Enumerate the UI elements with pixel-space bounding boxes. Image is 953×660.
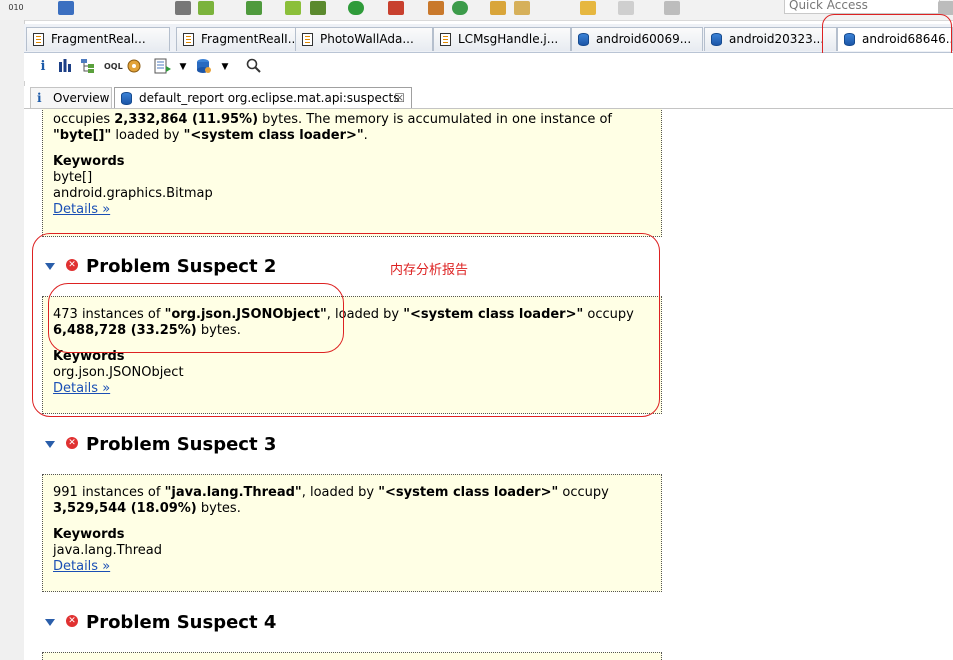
details-link[interactable]: Details » <box>53 559 110 574</box>
perspective-icon[interactable] <box>938 1 953 15</box>
editor-tab-bar: FragmentReal... FragmentRealI... PhotoWa… <box>24 24 953 53</box>
error-icon: ✕ <box>66 615 78 627</box>
error-icon: ✕ <box>66 437 78 449</box>
editor-tab-4[interactable]: LCMsgHandle.j... <box>433 27 571 51</box>
package-icon[interactable] <box>428 1 444 15</box>
histogram-icon[interactable] <box>58 58 72 76</box>
run-external-icon[interactable] <box>388 1 404 15</box>
editor-tab-3[interactable]: PhotoWallAda... <box>295 27 433 51</box>
debug-icon[interactable] <box>310 1 326 15</box>
forward-arrow-icon[interactable] <box>618 1 634 15</box>
editor-tab-5[interactable]: android60069... <box>571 27 703 51</box>
new-android-icon[interactable] <box>285 1 301 15</box>
main-toolbar: 010 Quick Access <box>0 0 953 21</box>
annotation-instances-circle <box>48 283 344 353</box>
suspect-3-description-box: 991 instances of "java.lang.Thread", loa… <box>42 474 662 592</box>
heap-dump-icon <box>121 92 132 105</box>
editor-tab-6[interactable]: android20323... <box>704 27 837 51</box>
open-perspective-icon[interactable] <box>664 1 680 15</box>
suspect-3-text: 991 instances of "java.lang.Thread", loa… <box>53 485 609 516</box>
back-arrow-icon[interactable] <box>580 1 596 15</box>
dominator-tree-icon[interactable] <box>80 58 96 76</box>
pin-icon[interactable] <box>58 1 74 15</box>
thread-overview-icon[interactable] <box>126 58 142 76</box>
editor-tab-label: PhotoWallAda... <box>320 32 414 46</box>
download-icon[interactable] <box>175 1 191 15</box>
collapse-triangle-icon[interactable] <box>45 441 55 448</box>
suspect-3-header[interactable]: ✕ Problem Suspect 3 <box>42 433 342 457</box>
suspect-1-description-box: occupies 2,332,864 (11.95%) bytes. The m… <box>42 109 662 237</box>
left-gutter <box>0 20 25 660</box>
run-report-icon[interactable] <box>154 58 172 76</box>
java-file-icon <box>33 33 44 46</box>
binary-icon[interactable]: 010 <box>8 1 24 15</box>
info-icon[interactable]: i <box>38 58 48 76</box>
android-device-icon[interactable] <box>198 1 214 15</box>
keyword-item: java.lang.Thread <box>53 543 163 558</box>
dropdown-arrow-icon[interactable]: ▼ <box>220 58 230 76</box>
heap-dump-icon <box>711 33 722 46</box>
suspect-4-header[interactable]: ✕ Problem Suspect 4 <box>42 611 342 635</box>
info-icon: i <box>37 91 42 105</box>
keyword-item: byte[] <box>53 170 93 185</box>
editor-tab-label: android60069... <box>596 32 692 46</box>
open-folder-icon[interactable] <box>490 1 506 15</box>
close-icon[interactable]: ☒ <box>394 88 405 109</box>
search-icon[interactable] <box>246 58 262 76</box>
editor-tab-label: FragmentReal... <box>51 32 146 46</box>
heap-dump-icon <box>578 33 589 46</box>
tab-overview[interactable]: i Overview <box>30 87 112 108</box>
keywords-title: Keywords <box>53 154 125 169</box>
collapse-triangle-icon[interactable] <box>45 619 55 626</box>
keyword-item: android.graphics.Bitmap <box>53 186 213 201</box>
dropdown-arrow-icon[interactable]: ▼ <box>178 58 188 76</box>
tab-overview-label: Overview <box>53 91 110 105</box>
leak-suspects-report: occupies 2,332,864 (11.95%) bytes. The m… <box>24 109 953 660</box>
editor-tab-label: LCMsgHandle.j... <box>458 32 559 46</box>
tab-report-label: default_report org.eclipse.mat.api:suspe… <box>139 91 400 105</box>
view-tab-bar: i Overview default_report org.eclipse.ma… <box>24 86 953 109</box>
suspect-4-title: Problem Suspect 4 <box>86 612 277 633</box>
heap-dump-action-icon[interactable] <box>196 58 212 76</box>
quick-access-field[interactable]: Quick Access <box>784 0 940 14</box>
keywords-title: Keywords <box>53 527 125 542</box>
suspect-4-description-box <box>42 652 662 660</box>
run-icon[interactable] <box>348 1 364 15</box>
editor-tab-label: FragmentRealI... <box>201 32 300 46</box>
java-file-icon <box>440 33 451 46</box>
details-link[interactable]: Details » <box>53 202 110 217</box>
tab-default-report[interactable]: default_report org.eclipse.mat.api:suspe… <box>114 87 412 108</box>
suspect-3-title: Problem Suspect 3 <box>86 434 277 455</box>
report-toolbar: i OQL ▼ ▼ <box>24 53 953 81</box>
suspect-1-text: occupies 2,332,864 (11.95%) bytes. The m… <box>53 112 613 143</box>
pen-icon[interactable] <box>514 1 530 15</box>
editor-tab-1[interactable]: FragmentReal... <box>26 27 170 51</box>
java-file-icon <box>302 33 313 46</box>
editor-tab-2[interactable]: FragmentRealI... <box>176 27 306 51</box>
oql-icon[interactable]: OQL <box>104 58 123 76</box>
editor-tab-label: android20323... <box>729 32 825 46</box>
new-class-icon[interactable] <box>452 1 468 15</box>
java-file-icon <box>183 33 194 46</box>
checklist-icon[interactable] <box>246 1 262 15</box>
